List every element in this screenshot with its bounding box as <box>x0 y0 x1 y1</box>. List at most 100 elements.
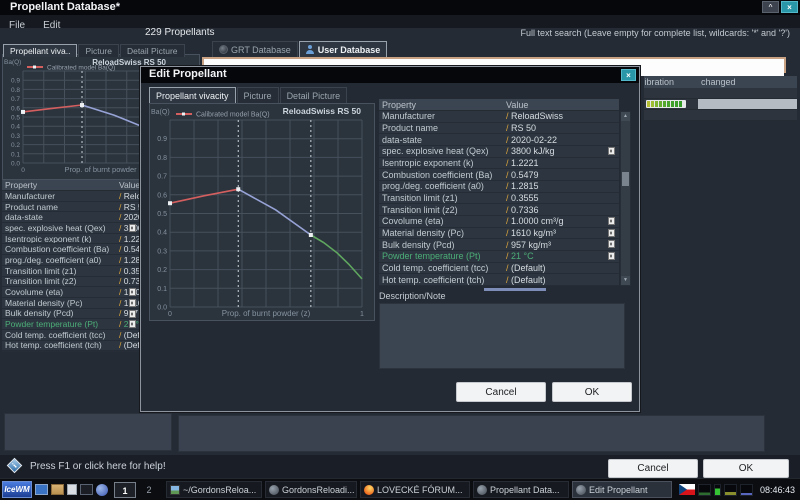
value-spinner-icon[interactable] <box>129 310 136 318</box>
dialog-tab-detail-picture[interactable]: Detail Picture <box>280 87 348 103</box>
property-row-combustion-coefficient-ba[interactable]: Combustion coefficient (Ba)/ 0.5479 <box>379 169 619 181</box>
task-loveck-f-rum[interactable]: LOVECKÉ FÓRUM... <box>360 481 470 498</box>
folder-icon[interactable] <box>51 484 64 495</box>
property-row-powder-temperature-pt[interactable]: Powder temperature (Pt)/ 21 °C <box>2 319 139 330</box>
property-label: spec. explosive heat (Qex) <box>382 146 506 156</box>
workspace-switcher: 12 <box>114 482 160 498</box>
task-edit-propellant[interactable]: Edit Propellant <box>572 481 672 498</box>
property-row-product-name[interactable]: Product name/ RS 50 <box>2 202 139 213</box>
dialog-cancel-button[interactable]: Cancel <box>456 382 546 402</box>
db-tab-grt-database[interactable]: GRT Database <box>212 41 298 57</box>
property-row-covolume-eta[interactable]: Covolume (eta)/ 1.0000 cm³/g <box>2 287 139 298</box>
start-button-icewm[interactable]: IceWM <box>2 481 32 498</box>
property-row-transition-limit-z2[interactable]: Transition limit (z2)/ 0.7336 <box>379 204 619 216</box>
property-row-covolume-eta[interactable]: Covolume (eta)/ 1.0000 cm³/g <box>379 216 619 228</box>
shade-window-icon[interactable]: ^ <box>762 1 779 13</box>
task-gordonsreloadi[interactable]: GordonsReloadi... <box>265 481 357 498</box>
scroll-up-icon[interactable]: ▲ <box>621 112 630 121</box>
property-row-powder-temperature-pt[interactable]: Powder temperature (Pt)/ 21 °C <box>379 251 619 263</box>
property-row-product-name[interactable]: Product name/ RS 50 <box>379 123 619 135</box>
user-icon <box>306 45 315 54</box>
property-row-transition-limit-z1[interactable]: Transition limit (z1)/ 0.3555 <box>2 266 139 277</box>
dialog-close-icon[interactable]: × <box>621 69 636 81</box>
horizontal-scrollbar-thumb[interactable] <box>484 288 546 291</box>
menu-file[interactable]: File <box>0 19 34 32</box>
window-title: Propellant Database* <box>10 1 120 13</box>
edit-propellant-dialog: Edit Propellant × Propellant vivacityPic… <box>140 66 640 412</box>
dialog-ok-button[interactable]: OK <box>552 382 632 402</box>
property-row-cold-temp-coefficient-tcc[interactable]: Cold temp. coefficient (tcc)/ (Default) <box>2 330 139 341</box>
value-column-header[interactable]: Value <box>119 180 139 191</box>
value-spinner-icon[interactable] <box>129 224 136 232</box>
description-textarea[interactable] <box>379 303 625 369</box>
tab-detail-picture[interactable]: Detail Picture <box>120 44 185 57</box>
value-column-header[interactable]: Value <box>506 99 528 111</box>
browser-icon[interactable] <box>96 484 108 496</box>
value-spinner-icon[interactable] <box>608 229 615 237</box>
main-property-table: Property Value Manufacturer/ ReloadSwiss… <box>2 180 139 352</box>
task-propellant-data[interactable]: Propellant Data... <box>473 481 569 498</box>
workspace-1[interactable]: 1 <box>114 482 136 498</box>
selected-cell[interactable] <box>698 99 797 109</box>
list-row[interactable] <box>644 88 797 99</box>
property-row-manufacturer[interactable]: Manufacturer/ ReloadSwiss <box>379 111 619 123</box>
value-spinner-icon[interactable] <box>608 240 615 248</box>
scroll-thumb[interactable] <box>622 172 629 186</box>
value-spinner-icon[interactable] <box>129 299 136 307</box>
list-row-selected[interactable] <box>644 99 797 110</box>
property-row-transition-limit-z2[interactable]: Transition limit (z2)/ 0.7336 <box>2 277 139 288</box>
value-spinner-icon[interactable] <box>608 217 615 225</box>
property-row-material-density-pc[interactable]: Material density (Pc)/ 1610 kg/m³ <box>2 298 139 309</box>
main-cancel-button[interactable]: Cancel <box>608 459 698 478</box>
property-row-data-state[interactable]: data-state/ 2020-02-22 <box>2 212 139 223</box>
dialog-tab-propellant-vivacity[interactable]: Propellant vivacity <box>149 87 236 103</box>
svg-text:0: 0 <box>168 311 172 318</box>
property-row-material-density-pc[interactable]: Material density (Pc)/ 1610 kg/m³ <box>379 228 619 240</box>
close-window-icon[interactable]: × <box>781 1 798 13</box>
value-spinner-icon[interactable] <box>608 252 615 260</box>
svg-text:Prop. of burnt powder (z): Prop. of burnt powder (z) <box>222 309 311 318</box>
property-label: Manufacturer <box>382 111 506 121</box>
property-row-combustion-coefficient-ba[interactable]: Combustion coefficient (Ba)/ 0.5479 <box>2 244 139 255</box>
property-row-hot-temp-coefficient-tch[interactable]: Hot temp. coefficient (tch)/ (Default) <box>379 274 619 286</box>
changed-column-header[interactable]: changed <box>698 76 797 88</box>
workspace-2[interactable]: 2 <box>138 482 160 498</box>
property-column-header[interactable]: Property <box>5 180 37 190</box>
property-row-prog-deg-coefficient-a0[interactable]: prog./deg. coefficient (a0)/ 1.2815 <box>379 181 619 193</box>
value-spinner-icon[interactable] <box>129 288 136 296</box>
property-row-hot-temp-coefficient-tch[interactable]: Hot temp. coefficient (tch)/ (Default) <box>2 341 139 352</box>
tab-propellant-viva[interactable]: Propellant viva.. <box>3 44 77 57</box>
property-row-transition-limit-z1[interactable]: Transition limit (z1)/ 0.3555 <box>379 193 619 205</box>
property-row-isentropic-exponent-k[interactable]: Isentropic exponent (k)/ 1.2221 <box>379 158 619 170</box>
property-value: / 1.2221 <box>119 234 139 244</box>
property-column-header[interactable]: Property <box>382 100 416 110</box>
properties-scrollbar[interactable]: ▲ ▼ <box>620 111 631 286</box>
property-row-bulk-density-pcd[interactable]: Bulk density (Pcd)/ 957 kg/m³ <box>2 309 139 320</box>
scroll-down-icon[interactable]: ▼ <box>621 276 630 285</box>
main-ok-button[interactable]: OK <box>703 459 789 478</box>
property-row-spec-explosive-heat-qex[interactable]: spec. explosive heat (Qex)/ 3800 kJ/kg <box>2 223 139 234</box>
property-row-isentropic-exponent-k[interactable]: Isentropic exponent (k)/ 1.2221 <box>2 234 139 245</box>
terminal-icon[interactable] <box>80 484 93 495</box>
tab-picture[interactable]: Picture <box>78 44 118 57</box>
property-row-manufacturer[interactable]: Manufacturer/ ReloadSwiss <box>2 191 139 202</box>
property-row-bulk-density-pcd[interactable]: Bulk density (Pcd)/ 957 kg/m³ <box>379 239 619 251</box>
property-row-spec-explosive-heat-qex[interactable]: spec. explosive heat (Qex)/ 3800 kJ/kg <box>379 146 619 158</box>
property-row-data-state[interactable]: data-state/ 2020-02-22 <box>379 134 619 146</box>
property-label: Bulk density (Pcd) <box>5 309 119 319</box>
value-spinner-icon[interactable] <box>608 147 615 155</box>
value-text: 1.2815 <box>121 255 139 265</box>
value-spinner-icon[interactable] <box>129 320 136 328</box>
menu-edit[interactable]: Edit <box>34 19 69 32</box>
task-gordonsreloa[interactable]: ~/GordonsReloa... <box>166 481 262 498</box>
display-icon[interactable] <box>35 484 48 495</box>
property-row-prog-deg-coefficient-a0[interactable]: prog./deg. coefficient (a0)/ 1.2815 <box>2 255 139 266</box>
tab-label: Propellant vivacity <box>156 91 229 101</box>
list-row[interactable] <box>644 110 797 121</box>
property-label: Isentropic exponent (k) <box>382 158 506 168</box>
document-icon[interactable] <box>67 484 77 495</box>
calibration-column-header[interactable]: calibration <box>644 76 696 88</box>
property-row-cold-temp-coefficient-tcc[interactable]: Cold temp. coefficient (tcc)/ (Default) <box>379 263 619 275</box>
db-tab-user-database[interactable]: User Database <box>299 41 388 57</box>
dialog-tab-picture[interactable]: Picture <box>237 87 279 103</box>
